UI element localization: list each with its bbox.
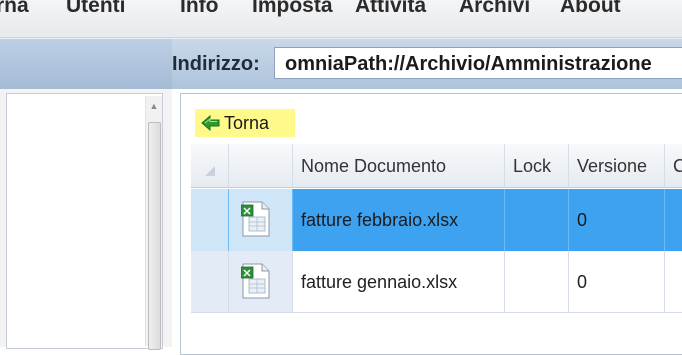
scroll-up-arrow-icon[interactable]: ▲ — [146, 96, 162, 118]
corner-triangle-icon — [205, 166, 215, 176]
column-header-lock[interactable]: Lock — [505, 144, 569, 188]
excel-file-icon — [241, 201, 270, 237]
menu-item-attivita[interactable]: Attività — [355, 0, 426, 18]
lock-cell — [505, 251, 569, 313]
address-bar: Indirizzo: omniaPath://Archivio/Amminist… — [0, 38, 682, 90]
column-header-versione[interactable]: Versione — [569, 144, 665, 188]
excel-file-icon — [241, 263, 270, 299]
file-icon-cell — [229, 189, 293, 251]
row-selector[interactable] — [191, 251, 229, 313]
menu-item-rna[interactable]: rna — [0, 0, 29, 18]
back-button-label: Torna — [224, 112, 270, 133]
table-row[interactable]: fatture febbraio.xlsx 0 — [191, 189, 682, 251]
cl-cell — [665, 251, 682, 313]
column-header-cl[interactable]: Cl — [665, 144, 682, 188]
column-header-nome-documento[interactable]: Nome Documento — [293, 144, 505, 188]
document-panel-frame: Torna Nome Documento Lock Versione Cl — [180, 93, 682, 355]
menu-item-about[interactable]: About — [560, 0, 621, 18]
left-panel: ▲ — [0, 89, 172, 350]
select-all-header[interactable] — [191, 144, 229, 188]
lock-cell — [505, 189, 569, 251]
back-arrow-icon — [201, 114, 220, 132]
document-name-cell[interactable]: fatture febbraio.xlsx — [293, 189, 505, 251]
address-input[interactable]: omniaPath://Archivio/Amministrazione — [274, 47, 682, 79]
icon-column-header — [229, 144, 293, 188]
document-panel: Torna Nome Documento Lock Versione Cl — [172, 89, 682, 355]
version-cell: 0 — [569, 251, 665, 313]
table-row[interactable]: fatture gennaio.xlsx 0 — [191, 251, 682, 313]
version-cell: 0 — [569, 189, 665, 251]
document-grid: Nome Documento Lock Versione Cl — [191, 144, 682, 354]
menu-item-archivi[interactable]: Archivi — [459, 0, 530, 18]
folder-tree[interactable]: ▲ — [6, 93, 163, 350]
menu-bar: rna Utenti Info Imposta Attività Archivi… — [0, 0, 682, 38]
address-bar-left-area — [0, 39, 172, 89]
file-icon-cell — [229, 251, 293, 313]
scroll-thumb[interactable] — [148, 122, 161, 350]
menu-item-utenti[interactable]: Utenti — [66, 0, 126, 18]
back-button[interactable]: Torna — [195, 109, 295, 137]
document-name-cell[interactable]: fatture gennaio.xlsx — [293, 251, 505, 313]
menu-item-info[interactable]: Info — [180, 0, 218, 18]
row-selector[interactable] — [191, 189, 229, 251]
cl-cell — [665, 189, 682, 251]
vertical-scrollbar[interactable]: ▲ — [145, 96, 162, 350]
address-label: Indirizzo: — [172, 53, 260, 75]
menu-item-imposta[interactable]: Imposta — [252, 0, 333, 18]
